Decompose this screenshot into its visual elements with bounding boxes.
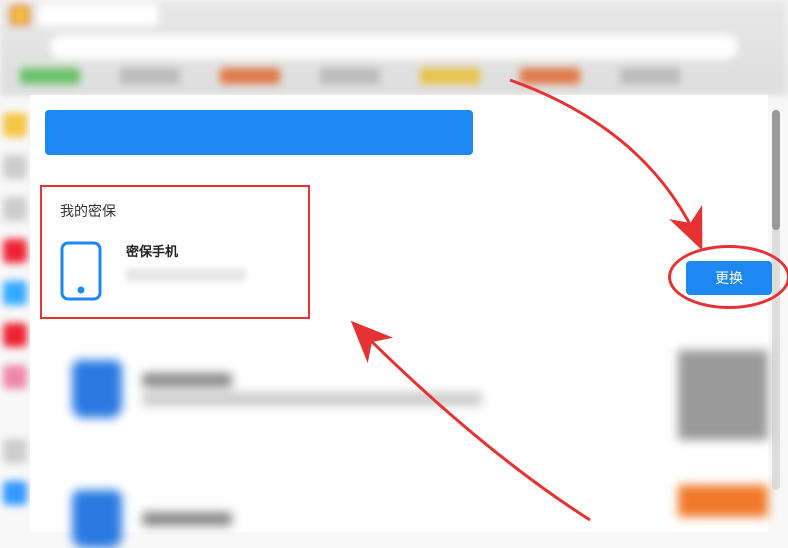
- page-content: 我的密保 密保手机 更换: [30, 95, 768, 532]
- scrollbar[interactable]: [772, 110, 780, 490]
- browser-tab[interactable]: [38, 4, 158, 26]
- browser-chrome: [0, 0, 788, 95]
- security-section: 我的密保 密保手机: [40, 185, 310, 319]
- shield-icon: [72, 490, 122, 548]
- left-sidebar: [0, 95, 30, 532]
- blurred-item-1: [72, 360, 482, 418]
- security-phone-label: 密保手机: [126, 241, 246, 260]
- shield-icon: [72, 360, 122, 418]
- phone-icon: [60, 241, 102, 306]
- change-button[interactable]: 更换: [686, 261, 772, 295]
- section-title: 我的密保: [60, 201, 290, 221]
- address-bar[interactable]: [50, 35, 738, 59]
- bookmarks-bar: [0, 64, 788, 94]
- profile-avatar: [10, 5, 30, 25]
- header-banner: [45, 110, 473, 155]
- blurred-action-button: [678, 485, 768, 517]
- security-phone-number-blurred: [126, 268, 246, 282]
- blurred-qr-box: [678, 350, 768, 440]
- blurred-item-2: [72, 490, 232, 548]
